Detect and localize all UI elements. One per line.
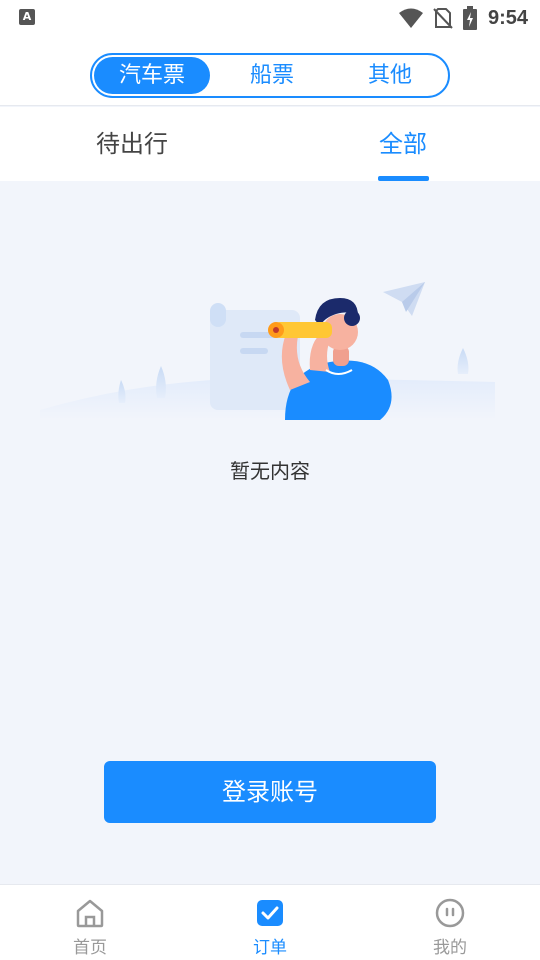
active-tab-indicator	[378, 176, 429, 181]
text-app-icon: A	[19, 9, 35, 25]
segment-bus-ticket[interactable]: 汽车票	[94, 57, 210, 94]
tab-all[interactable]: 全部	[352, 107, 454, 181]
order-check-icon	[257, 900, 283, 926]
wifi-icon	[398, 8, 423, 28]
order-tabs: 待出行 全部	[0, 107, 540, 181]
profile-face-icon	[435, 898, 465, 928]
nav-item-profile[interactable]: 我的	[390, 885, 510, 960]
nav-label-home: 首页	[73, 938, 107, 958]
status-bar: A 9:54	[0, 0, 540, 36]
status-icons: 9:54	[398, 5, 528, 31]
header: 汽车票 船票 其他	[0, 36, 540, 106]
home-icon	[76, 899, 104, 928]
tab-pending-travel[interactable]: 待出行	[76, 107, 188, 181]
ticket-type-segmented-control: 汽车票 船票 其他	[90, 53, 450, 98]
nav-item-orders[interactable]: 订单	[210, 885, 330, 960]
battery-charging-icon	[462, 6, 477, 30]
login-account-button[interactable]: 登录账号	[104, 761, 436, 823]
nav-label-orders: 订单	[253, 938, 287, 958]
segment-other[interactable]: 其他	[332, 57, 448, 94]
nav-item-home[interactable]: 首页	[30, 885, 150, 960]
segment-boat-ticket[interactable]: 船票	[214, 57, 330, 94]
person-with-telescope-illustration	[40, 282, 495, 420]
empty-state-text: 暂无内容	[230, 459, 310, 483]
bottom-navigation: 首页 订单 我的	[0, 884, 540, 960]
status-time: 9:54	[487, 6, 528, 29]
no-sim-icon	[433, 8, 453, 29]
nav-label-profile: 我的	[433, 938, 467, 958]
